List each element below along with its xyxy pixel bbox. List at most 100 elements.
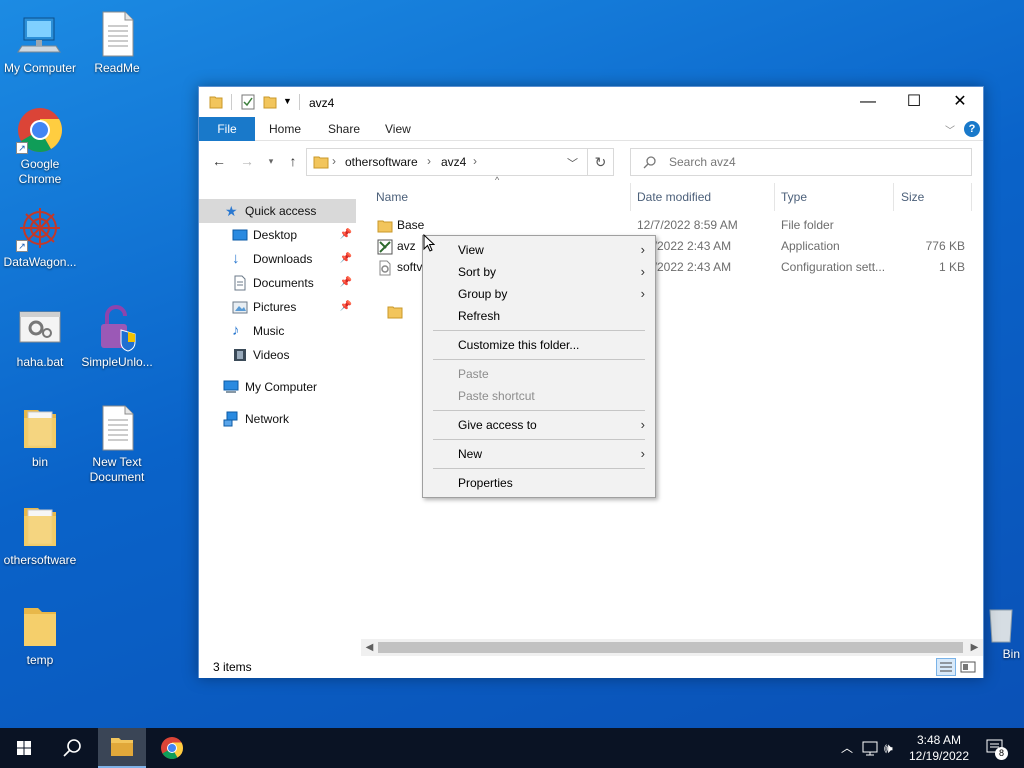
maximize-button[interactable]: ☐	[891, 87, 937, 117]
scrollbar-thumb[interactable]	[378, 642, 963, 653]
breadcrumb-avz4[interactable]: avz4	[441, 155, 466, 169]
nav-label: Quick access	[245, 204, 317, 218]
qat-dropdown-icon[interactable]: ▼	[283, 96, 292, 112]
recent-locations-chevron-icon[interactable]: ▾	[261, 151, 281, 171]
menu-item-paste-shortcut[interactable]: Paste shortcut	[425, 385, 653, 407]
desktop-icon-bin[interactable]: bin	[0, 404, 80, 470]
application-icon	[377, 239, 393, 255]
context-menu: View › Sort by › Group by › Refresh Customi…	[422, 235, 656, 498]
pictures-icon	[232, 299, 248, 315]
tab-share[interactable]: Share	[314, 117, 374, 141]
refresh-icon[interactable]: ↻	[588, 148, 614, 176]
menu-item-properties[interactable]: Properties	[425, 472, 653, 494]
breadcrumb-separator-icon[interactable]: ›	[332, 154, 336, 168]
scroll-right-icon[interactable]: ▶	[966, 639, 983, 656]
menu-item-sort-by[interactable]: Sort by ›	[425, 261, 653, 283]
submenu-arrow-icon: ›	[640, 286, 645, 301]
nav-videos[interactable]: Videos	[199, 343, 356, 367]
nav-documents[interactable]: Documents 📌	[199, 271, 356, 295]
ribbon-expand-icon[interactable]: ﹀	[945, 122, 955, 137]
documents-icon	[232, 275, 248, 291]
column-header-date-modified[interactable]: Date modified	[637, 183, 711, 211]
help-icon[interactable]: ?	[964, 121, 980, 137]
volume-icon[interactable]: 🕪	[884, 728, 906, 768]
breadcrumb-separator-icon[interactable]: ›	[427, 154, 431, 168]
horizontal-scrollbar[interactable]: ◀ ▶	[361, 639, 983, 656]
nav-my-computer[interactable]: My Computer	[199, 375, 356, 399]
column-header-name[interactable]: Name	[376, 183, 408, 211]
menu-separator	[433, 410, 645, 411]
desktop-icon-simpleunlocker[interactable]: SimpleUnlo...	[77, 304, 157, 370]
search-box[interactable]: Search avz4	[630, 148, 972, 176]
minimize-button[interactable]: —	[845, 87, 891, 117]
address-bar[interactable]: › othersoftware › avz4 › ﹀	[306, 148, 588, 176]
desktop-icon-google-chrome[interactable]: ↗ Google Chrome	[0, 106, 80, 187]
back-arrow-icon[interactable]: ←	[209, 151, 229, 171]
breadcrumb-othersoftware[interactable]: othersoftware	[345, 155, 418, 169]
desktop-icon-readme[interactable]: ReadMe	[77, 10, 157, 76]
column-divider[interactable]	[893, 183, 894, 211]
large-icons-view-icon[interactable]	[960, 659, 976, 682]
pin-icon[interactable]: 📌	[340, 247, 352, 271]
menu-item-view[interactable]: View ›	[425, 239, 653, 261]
menu-item-new[interactable]: New ›	[425, 443, 653, 465]
taskbar-file-explorer[interactable]	[98, 728, 146, 768]
pin-icon[interactable]: 📌	[340, 223, 352, 247]
desktop-icon-new-text-document[interactable]: New Text Document	[77, 404, 157, 485]
clock[interactable]: 3:48 AM 12/19/2022	[906, 728, 972, 768]
menu-item-label: Sort by	[458, 265, 497, 279]
nav-label: Desktop	[253, 228, 298, 242]
start-button[interactable]	[0, 728, 48, 768]
unlock-shield-icon	[93, 304, 141, 352]
table-row[interactable]: Base 12/7/2022 8:59 AM File folder	[365, 215, 965, 236]
breadcrumb-separator-icon[interactable]: ›	[473, 154, 477, 168]
nav-label: Videos	[253, 348, 290, 362]
pin-icon[interactable]: 📌	[340, 295, 352, 319]
column-divider[interactable]	[971, 183, 972, 211]
menu-item-group-by[interactable]: Group by ›	[425, 283, 653, 305]
desktop-icon-temp[interactable]: temp	[0, 602, 80, 668]
column-header-type[interactable]: Type	[781, 183, 807, 211]
file-date: 9/2022 2:43 AM	[647, 260, 732, 274]
nav-music[interactable]: ♪ Music	[199, 319, 356, 343]
properties-check-icon[interactable]	[241, 94, 255, 110]
sort-ascending-icon: ^	[495, 175, 500, 185]
nav-pictures[interactable]: Pictures 📌	[199, 295, 356, 319]
nav-network[interactable]: Network	[199, 407, 356, 431]
folder-icon	[16, 502, 64, 550]
menu-item-customize-folder[interactable]: Customize this folder...	[425, 334, 653, 356]
address-history-chevron-icon[interactable]: ﹀	[567, 155, 578, 171]
tab-file[interactable]: File	[199, 117, 255, 141]
nav-downloads[interactable]: ↓ Downloads 📌	[199, 247, 356, 271]
details-view-icon[interactable]	[936, 658, 956, 676]
taskbar-chrome[interactable]	[148, 728, 196, 768]
column-header-size[interactable]: Size	[901, 183, 924, 211]
close-button[interactable]: ✕	[937, 87, 983, 117]
menu-item-label: Customize this folder...	[458, 338, 580, 352]
pin-icon[interactable]: 📌	[340, 271, 352, 295]
tab-view[interactable]: View	[371, 117, 425, 141]
show-hidden-icons-chevron-icon[interactable]: ︿	[838, 728, 856, 768]
forward-arrow-icon[interactable]: →	[237, 151, 257, 171]
menu-item-paste[interactable]: Paste	[425, 363, 653, 385]
desktop-icon-datawagon[interactable]: ↗ DataWagon...	[0, 204, 80, 270]
new-folder-icon[interactable]	[263, 94, 277, 110]
desktop-icon-haha-bat[interactable]: haha.bat	[0, 304, 80, 370]
item-count: 3 items	[213, 660, 252, 674]
menu-item-give-access-to[interactable]: Give access to ›	[425, 414, 653, 436]
desktop-icon-my-computer[interactable]: My Computer	[0, 10, 80, 76]
desktop-icon-othersoftware[interactable]: othersoftware	[0, 502, 80, 568]
column-divider[interactable]	[630, 183, 631, 211]
notifications-button[interactable]: 8	[980, 728, 1010, 768]
network-tray-icon[interactable]	[860, 728, 880, 768]
search-input[interactable]: Search avz4	[669, 155, 736, 169]
scroll-left-icon[interactable]: ◀	[361, 639, 378, 656]
nav-desktop[interactable]: Desktop 📌	[199, 223, 356, 247]
column-divider[interactable]	[774, 183, 775, 211]
nav-label: Music	[253, 324, 285, 338]
tab-home[interactable]: Home	[255, 117, 315, 141]
search-button[interactable]	[48, 728, 96, 768]
nav-quick-access[interactable]: ★ Quick access	[199, 199, 356, 223]
up-arrow-icon[interactable]: ↑	[283, 151, 303, 171]
menu-item-refresh[interactable]: Refresh	[425, 305, 653, 327]
